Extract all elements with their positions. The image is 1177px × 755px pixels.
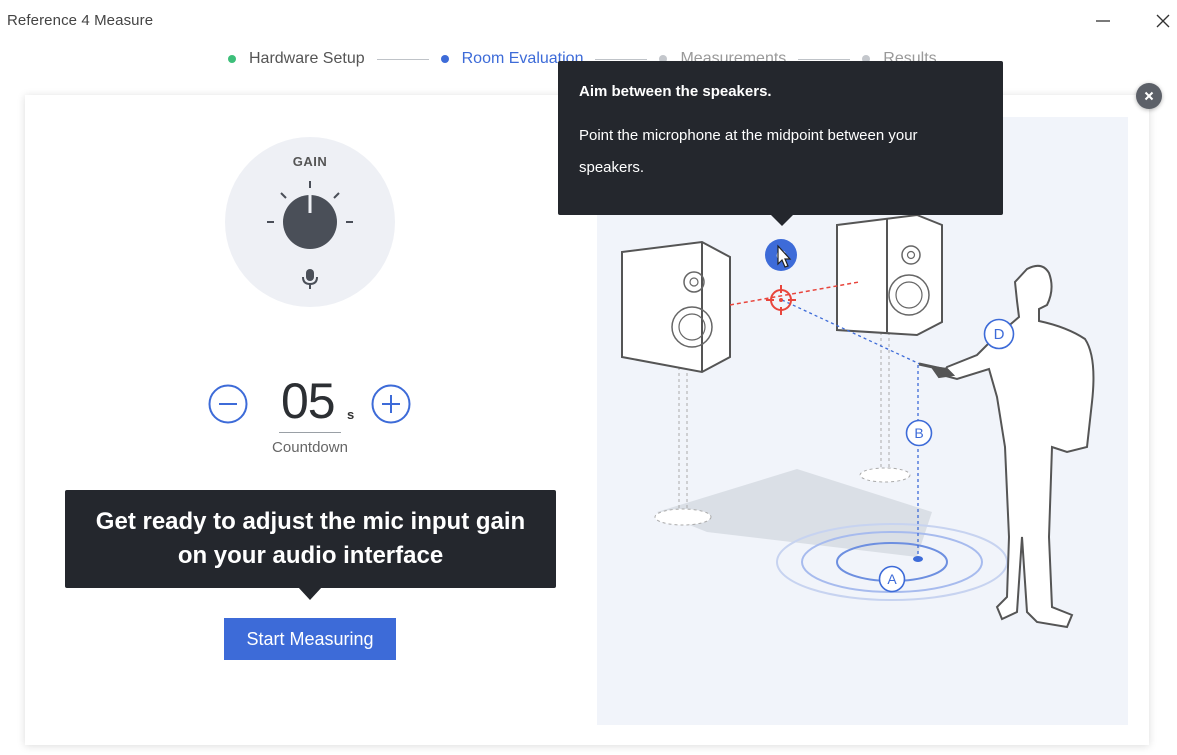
minimize-button[interactable] — [1088, 6, 1118, 36]
title-bar: Reference 4 Measure — [0, 0, 1177, 42]
marker-d: D — [983, 318, 1015, 350]
increase-countdown-button[interactable] — [371, 384, 411, 424]
gain-dial: GAIN — [225, 137, 395, 307]
left-speaker — [621, 240, 731, 374]
countdown-value: 05 — [281, 373, 336, 429]
countdown-label: Countdown — [272, 439, 348, 456]
gain-knob-icon — [267, 181, 353, 249]
step-hardware-setup[interactable]: Hardware Setup — [228, 50, 365, 68]
start-measuring-button[interactable]: Start Measuring — [224, 618, 396, 660]
minus-circle-icon — [208, 384, 248, 424]
stand-base — [859, 467, 911, 483]
microphone-in-hand — [918, 362, 943, 371]
marker-c[interactable]: C — [764, 238, 798, 272]
microphone-icon — [302, 269, 318, 289]
decrease-countdown-button[interactable] — [208, 384, 248, 424]
gain-label: GAIN — [292, 154, 328, 169]
svg-text:D: D — [994, 326, 1005, 343]
mic-position-dot — [913, 556, 923, 562]
step-connector — [798, 58, 851, 60]
plus-circle-icon — [371, 384, 411, 424]
close-card-button[interactable] — [1136, 83, 1162, 109]
app-title: Reference 4 Measure — [7, 12, 154, 29]
svg-text:A: A — [887, 571, 897, 587]
ready-tooltip-arrow — [298, 587, 322, 600]
step-dot — [228, 55, 236, 63]
ready-tooltip: Get ready to adjust the mic input gain o… — [65, 490, 556, 588]
aim-tooltip-title: Aim between the speakers. — [579, 83, 772, 100]
close-icon — [1156, 14, 1170, 28]
countdown-underline — [279, 432, 341, 433]
ready-tooltip-text: Get ready to adjust the mic input gain o… — [95, 508, 526, 569]
step-dot — [440, 55, 449, 63]
marker-a: A — [878, 565, 906, 593]
aim-tooltip: Aim between the speakers. Point the micr… — [558, 61, 1003, 215]
aim-tooltip-arrow — [770, 214, 794, 226]
right-speaker — [836, 213, 943, 337]
step-label: Hardware Setup — [249, 50, 365, 67]
stand-base — [654, 508, 712, 526]
target-crosshair-icon — [766, 285, 796, 315]
step-connector — [595, 58, 648, 60]
svg-text:B: B — [914, 425, 923, 441]
step-connector — [376, 58, 429, 60]
aim-tooltip-body: Point the microphone at the midpoint bet… — [579, 127, 918, 176]
marker-b: B — [905, 419, 933, 447]
window-close-button[interactable] — [1148, 6, 1177, 36]
countdown-unit: s — [347, 407, 355, 422]
minimize-icon — [1096, 20, 1110, 22]
close-icon — [1144, 91, 1154, 101]
